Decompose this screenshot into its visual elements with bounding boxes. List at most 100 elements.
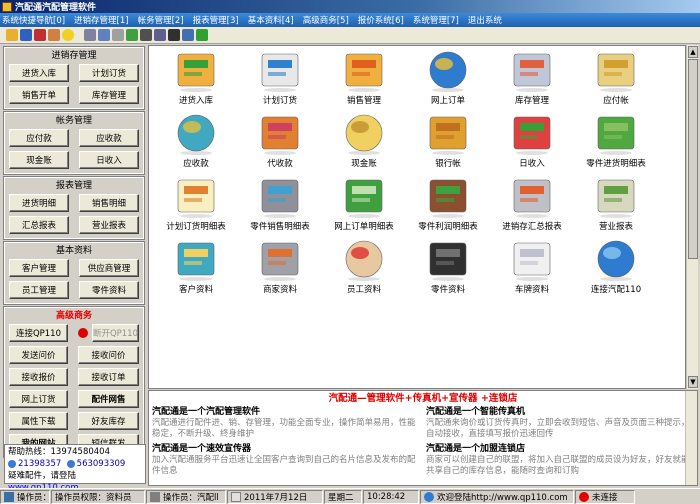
menu-item-advanced[interactable]: 高级商务[5] <box>303 14 349 26</box>
cash-button[interactable]: 现金账 <box>9 151 69 169</box>
disconnect-qp110-button[interactable]: 断开QP110 <box>91 324 139 342</box>
function-tile[interactable]: 现金账 <box>323 111 405 173</box>
wallet-icon <box>429 179 467 218</box>
function-tile-label: 车牌资料 <box>514 285 549 295</box>
menu-item-quote[interactable]: 报价系统[6] <box>358 14 404 26</box>
receive-order-button[interactable]: 接收订单 <box>77 368 139 386</box>
inventory-button[interactable]: 库存管理 <box>79 86 139 104</box>
edit-icon[interactable] <box>84 29 96 41</box>
function-tile[interactable]: 日收入 <box>491 111 573 173</box>
open-folder-icon[interactable] <box>6 29 18 41</box>
function-tile[interactable]: 零件销售明细表 <box>239 174 321 236</box>
function-tile[interactable]: 计划订货 <box>239 48 321 110</box>
news-panel: 汽配通—管理软件+传真机+宣传器 +连锁店 汽配通是一个汽配管理软件 汽配通进行… <box>148 390 698 486</box>
menu-item-exit[interactable]: 退出系统 <box>468 14 502 26</box>
function-tile[interactable]: 零件资料 <box>407 237 489 299</box>
scroll-up-icon[interactable]: ▲ <box>688 46 698 58</box>
send-inquiry-button[interactable]: 发送问价 <box>9 346 68 364</box>
function-tile[interactable]: 零件进货明细表 <box>575 111 657 173</box>
connect-qp110-button[interactable]: 连接QP110 <box>9 324 68 342</box>
user-icon[interactable] <box>48 29 60 41</box>
function-tile-label: 进货入库 <box>178 96 213 106</box>
bottles-icon <box>597 116 635 155</box>
qq-link-2[interactable]: 563093309 <box>77 459 126 469</box>
payables-button[interactable]: 应付款 <box>9 129 69 147</box>
menu-item-accounts[interactable]: 帐务管理[2] <box>138 14 184 26</box>
function-tile[interactable]: 销售管理 <box>323 48 405 110</box>
parts-data-button[interactable]: 零件资料 <box>79 281 139 299</box>
menu-item-nav[interactable]: 系统快捷导航[0] <box>2 14 65 26</box>
business-report-button[interactable]: 营业报表 <box>79 216 139 234</box>
online-order-button[interactable]: 网上订货 <box>9 390 68 408</box>
attribute-download-button[interactable]: 属性下载 <box>9 412 68 430</box>
news-scrollbar[interactable] <box>685 391 697 485</box>
function-tile-label: 零件销售明细表 <box>250 222 310 232</box>
function-tile[interactable]: 代收款 <box>239 111 321 173</box>
function-tile[interactable]: 网上订单明细表 <box>323 174 405 236</box>
function-tile[interactable]: 连接汽配110 <box>575 237 657 299</box>
function-tile-label: 现金账 <box>351 159 377 169</box>
summary-report-button[interactable]: 汇总报表 <box>9 216 69 234</box>
function-tile[interactable]: 应付帐 <box>575 48 657 110</box>
receivables-button[interactable]: 应收款 <box>79 129 139 147</box>
daily-income-button[interactable]: 日收入 <box>79 151 139 169</box>
main-scrollbar[interactable]: ▲ ▼ <box>686 45 698 389</box>
scroll-thumb[interactable] <box>688 59 698 259</box>
stock-in-button[interactable]: 进货入库 <box>9 64 69 82</box>
status-welcome: 欢迎登陆http://www.qp110.com <box>420 489 574 504</box>
globe-icon <box>424 491 434 502</box>
receive-inquiry-button[interactable]: 接收问价 <box>77 346 139 364</box>
smile-icon[interactable] <box>62 29 74 41</box>
menu-item-inventory[interactable]: 进销存管理[1] <box>74 14 129 26</box>
function-tile[interactable]: 客户资料 <box>155 237 237 299</box>
plan-order-button[interactable]: 计划订货 <box>79 64 139 82</box>
purchase-detail-button[interactable]: 进货明细 <box>9 194 69 212</box>
function-tile[interactable]: 员工资料 <box>323 237 405 299</box>
function-tile[interactable]: 进销存汇总报表 <box>491 174 573 236</box>
receive-quote-button[interactable]: 接收报价 <box>9 368 68 386</box>
calendar-icon[interactable] <box>126 29 138 41</box>
parts-web-sale-button[interactable]: 配件网售 <box>77 390 139 408</box>
function-tile[interactable]: 计划订货明细表 <box>155 174 237 236</box>
menu-item-basic-data[interactable]: 基本资料[4] <box>248 14 294 26</box>
disk-icon[interactable] <box>154 29 166 41</box>
book-icon[interactable] <box>34 29 46 41</box>
window-title: 汽配通汽配管理软件 <box>15 3 97 13</box>
list-icon[interactable] <box>98 29 110 41</box>
menu-item-system[interactable]: 系统管理[7] <box>413 14 459 26</box>
function-tile[interactable]: 银行帐 <box>407 111 489 173</box>
friend-stock-button[interactable]: 好友库存 <box>77 412 139 430</box>
function-tile-label: 网上订单明细表 <box>334 222 394 232</box>
save-icon[interactable] <box>20 29 32 41</box>
news-item-body: 汽配通进行配件进、销、存管理，功能全面专业，操作简单易用，性能稳定，不断升级、终… <box>152 418 416 439</box>
menu-item-reports[interactable]: 报表管理[3] <box>193 14 239 26</box>
film-icon[interactable] <box>168 29 180 41</box>
warehouse-icon <box>513 53 551 92</box>
section-accounts: 帐务管理 应付款 应收款 现金账 日收入 <box>3 111 145 175</box>
supplier-mgmt-button[interactable]: 供应商管理 <box>79 259 139 277</box>
sales-detail-button[interactable]: 销售明细 <box>79 194 139 212</box>
function-tile-label: 销售管理 <box>346 96 381 106</box>
function-tile[interactable]: 商家资料 <box>239 237 321 299</box>
sales-button[interactable]: 销售开单 <box>9 86 69 104</box>
qq-link-1[interactable]: 21398357 <box>18 459 61 469</box>
function-tile[interactable]: 库存管理 <box>491 48 573 110</box>
function-tile[interactable]: 零件利润明细表 <box>407 174 489 236</box>
function-tile[interactable]: 应收款 <box>155 111 237 173</box>
box-arrow-in-icon <box>177 53 215 92</box>
coin-stacks-icon <box>345 114 383 155</box>
computer-icon <box>4 491 14 502</box>
staff-mgmt-button[interactable]: 员工管理 <box>9 281 69 299</box>
customer-mgmt-button[interactable]: 客户管理 <box>9 259 69 277</box>
scroll-down-icon[interactable]: ▼ <box>688 376 698 388</box>
help-box: 帮助热线：13974580404 21398357 563093309 疑难配件… <box>4 444 146 493</box>
phone-icon[interactable] <box>140 29 152 41</box>
function-tile[interactable]: 网上订单 <box>407 48 489 110</box>
tools-icon[interactable] <box>112 29 124 41</box>
news-item-title: 汽配通是一个加盟连锁店 <box>426 444 526 454</box>
function-tile[interactable]: 营业报表 <box>575 174 657 236</box>
grid-icon[interactable] <box>182 29 194 41</box>
function-tile[interactable]: 车牌资料 <box>491 237 573 299</box>
money-icon[interactable] <box>196 29 208 41</box>
function-tile[interactable]: 进货入库 <box>155 48 237 110</box>
